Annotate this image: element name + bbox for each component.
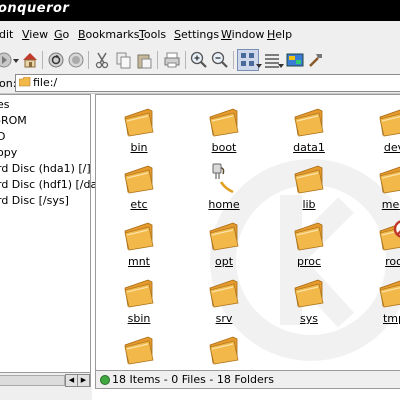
sidebar-item[interactable]: -ROM <box>0 114 27 127</box>
folder-icon <box>292 160 326 194</box>
folder-name: sbin <box>127 312 151 325</box>
folder-icon <box>377 274 400 308</box>
sidebar-item[interactable]: rd Disc (hdf1) [/data <box>0 178 108 191</box>
folder-icon <box>122 274 156 308</box>
folder-name: bin <box>130 141 148 154</box>
forward-dropdown-icon[interactable] <box>13 50 19 70</box>
folder-name: home <box>208 198 240 211</box>
menu-bar: dit View Go Bookmarks Tools Settings Win… <box>0 21 400 48</box>
reload-icon[interactable] <box>46 50 66 70</box>
menu-view[interactable]: View <box>22 28 48 41</box>
menu-settings[interactable]: Settings <box>174 28 219 41</box>
folder-icon <box>122 103 156 137</box>
folder-icon <box>292 274 326 308</box>
sidebar-status <box>0 387 92 400</box>
home-icon[interactable] <box>20 50 40 70</box>
folder-name: opt <box>214 255 234 268</box>
folder-icon <box>207 331 241 365</box>
folder-icon <box>122 331 156 365</box>
sidebar-device-list: es -ROM D opy rd Disc (hda1) [/] rd Disc… <box>0 94 108 374</box>
window-title: onqueror <box>0 1 70 16</box>
sidebar-item[interactable]: D <box>0 130 5 143</box>
folder-icon <box>292 103 326 137</box>
folder-name: lib <box>302 198 316 211</box>
folder-small-icon <box>18 76 31 87</box>
folder-name: dev <box>383 141 400 154</box>
zoom-in-icon[interactable] <box>189 50 209 70</box>
menu-window[interactable]: Window <box>221 28 264 41</box>
folder-icon <box>377 103 400 137</box>
detail-dropdown-icon[interactable] <box>278 50 284 70</box>
folder-icon <box>292 217 326 251</box>
title-bar: onqueror <box>0 0 400 21</box>
folder-icon <box>207 217 241 251</box>
settings-tool-icon[interactable] <box>306 50 326 70</box>
location-label: on: <box>0 77 17 90</box>
menu-tools[interactable]: Tools <box>139 28 166 41</box>
folder-name: roo <box>385 255 400 268</box>
location-bar: on: file:/ <box>0 73 400 94</box>
forward-icon[interactable] <box>0 50 14 70</box>
folder-name: tmp <box>382 312 400 325</box>
folder-name: etc <box>130 198 148 211</box>
file-icon-view: bin boot data1 dev etc home lib med mnt opt proc ro… <box>95 94 400 371</box>
menu-help[interactable]: Help <box>267 28 292 41</box>
status-text: 18 Items - 0 Files - 18 Folders <box>112 373 275 386</box>
folder-name: data1 <box>293 141 325 154</box>
status-bar: 18 Items - 0 Files - 18 Folders <box>95 370 400 389</box>
sidebar-item[interactable]: es <box>0 98 10 111</box>
menu-edit[interactable]: dit <box>0 28 13 41</box>
stop-icon[interactable] <box>66 50 86 70</box>
sidebar-item[interactable]: rd Disc (hda1) [/] <box>0 162 91 175</box>
folder-locked-icon <box>377 217 400 251</box>
menu-bookmarks[interactable]: Bookmarks <box>78 28 139 41</box>
copy-icon[interactable] <box>113 50 133 70</box>
zoom-out-icon[interactable] <box>210 50 230 70</box>
folder-home-icon <box>207 160 241 194</box>
folder-name: sys <box>300 312 318 325</box>
folder-icon <box>377 160 400 194</box>
sidebar-item[interactable]: rd Disc [/sys] <box>0 194 69 207</box>
sidebar-item[interactable]: opy <box>0 146 17 159</box>
cut-icon[interactable] <box>92 50 112 70</box>
scroll-right-icon[interactable]: ▶ <box>77 374 90 387</box>
folder-name: mnt <box>128 255 150 268</box>
toolbar <box>0 47 400 74</box>
folder-icon <box>207 103 241 137</box>
folder-name: boot <box>211 141 237 154</box>
folder-icon <box>122 160 156 194</box>
scrollbar-thumb[interactable] <box>0 375 65 386</box>
paste-icon[interactable] <box>134 50 154 70</box>
folder-name: srv <box>215 312 233 325</box>
print-icon[interactable] <box>162 50 182 70</box>
folder-name: proc <box>296 255 322 268</box>
folder-icon <box>122 217 156 251</box>
location-input[interactable]: file:/ <box>15 74 400 92</box>
status-indicator-icon <box>100 375 110 385</box>
preview-icon[interactable] <box>285 50 305 70</box>
folder-name: med <box>381 198 400 211</box>
sidebar-scrollbar[interactable]: ◀ ▶ <box>0 372 91 388</box>
location-value: file:/ <box>33 76 58 89</box>
menu-go[interactable]: Go <box>54 28 69 41</box>
folder-icon <box>207 274 241 308</box>
